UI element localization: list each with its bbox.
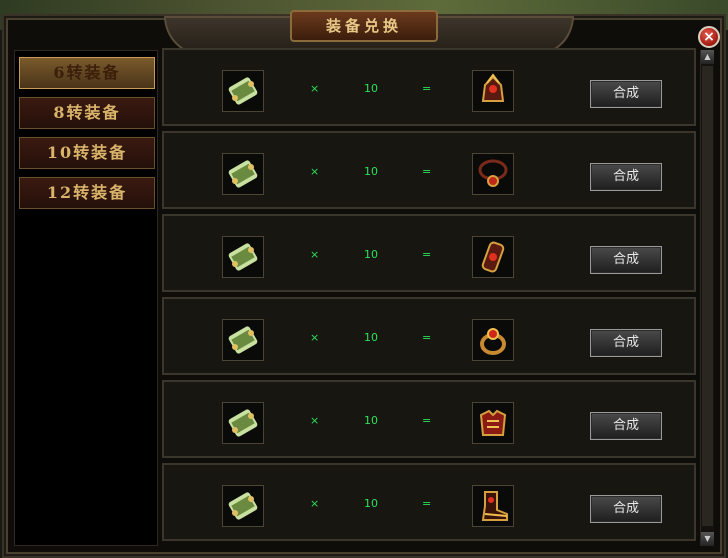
scroll-icon[interactable] [222,319,264,361]
recipe-list: × 10 = 合成 × 10 = 合成 × 10 = 合成 × 10 = 合成 … [162,48,696,548]
tab-10-equipment[interactable]: 10转装备 [19,137,155,169]
scroll-icon[interactable] [222,70,264,112]
multiply-sign: × [310,248,320,261]
multiply-sign: × [310,165,320,178]
scroll-up-arrow-icon[interactable]: ▲ [701,50,714,64]
multiply-sign: × [310,82,320,95]
tab-6-equipment[interactable]: 6转装备 [19,57,155,89]
tab-sidebar: 6转装备 8转装备 10转装备 12转装备 [14,50,158,546]
equals-sign: = [422,497,432,510]
synthesize-button[interactable]: 合成 [590,80,662,108]
scroll-thumb[interactable] [702,66,713,526]
required-quantity: 10 [364,497,378,510]
recipe-row: × 10 = 合成 [162,131,696,209]
required-quantity: 10 [364,165,378,178]
recipe-row: × 10 = 合成 [162,297,696,375]
recipe-scrollbar[interactable]: ▲ ▼ [700,50,714,546]
scroll-icon[interactable] [222,402,264,444]
tab-12-equipment[interactable]: 12转装备 [19,177,155,209]
necklace-icon[interactable] [472,153,514,195]
synthesize-button[interactable]: 合成 [590,163,662,191]
required-quantity: 10 [364,248,378,261]
armor-icon[interactable] [472,402,514,444]
required-quantity: 10 [364,82,378,95]
boots-icon[interactable] [472,485,514,527]
ring-icon[interactable] [472,319,514,361]
bracelet-icon[interactable] [472,236,514,278]
tab-8-equipment[interactable]: 8转装备 [19,97,155,129]
equals-sign: = [422,248,432,261]
synthesize-button[interactable]: 合成 [590,495,662,523]
equals-sign: = [422,165,432,178]
scroll-icon[interactable] [222,485,264,527]
multiply-sign: × [310,331,320,344]
synthesize-button[interactable]: 合成 [590,412,662,440]
recipe-row: × 10 = 合成 [162,380,696,458]
recipe-row: × 10 = 合成 [162,214,696,292]
close-button[interactable]: × [698,26,720,48]
scroll-icon[interactable] [222,153,264,195]
synthesize-button[interactable]: 合成 [590,246,662,274]
recipe-row: × 10 = 合成 [162,48,696,126]
synthesize-button[interactable]: 合成 [590,329,662,357]
multiply-sign: × [310,414,320,427]
scroll-icon[interactable] [222,236,264,278]
window-title: 装备兑换 [290,10,438,42]
recipe-row: × 10 = 合成 [162,463,696,541]
helmet-icon[interactable] [472,70,514,112]
required-quantity: 10 [364,414,378,427]
scroll-down-arrow-icon[interactable]: ▼ [701,532,714,546]
required-quantity: 10 [364,331,378,344]
equals-sign: = [422,414,432,427]
equals-sign: = [422,82,432,95]
multiply-sign: × [310,497,320,510]
equals-sign: = [422,331,432,344]
